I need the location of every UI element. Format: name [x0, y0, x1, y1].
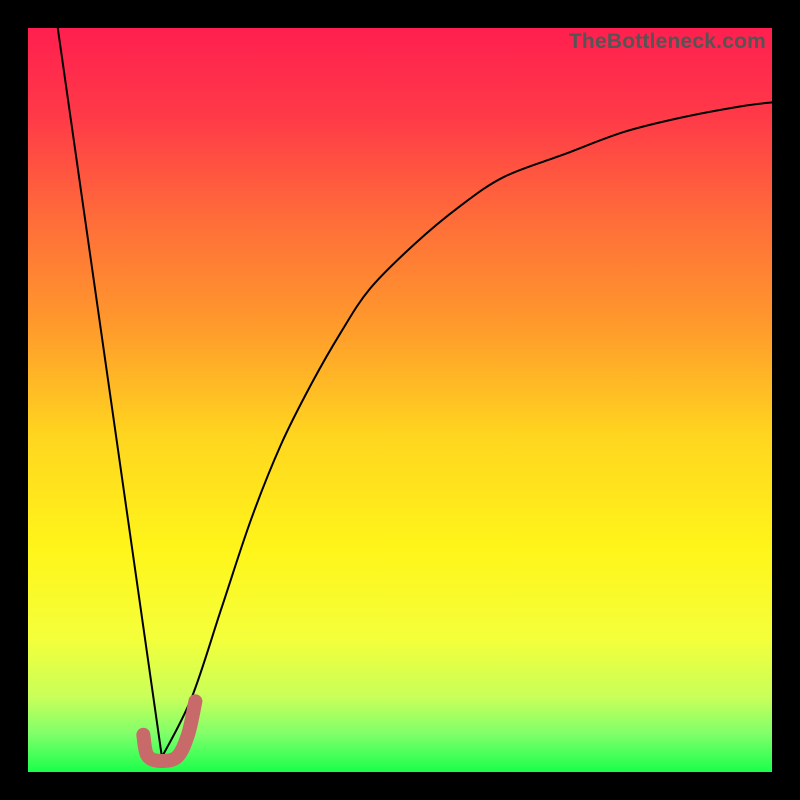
chart-background — [28, 28, 772, 772]
chart-svg — [28, 28, 772, 772]
watermark-text: TheBottleneck.com — [569, 30, 766, 54]
chart-frame: TheBottleneck.com — [0, 0, 800, 800]
chart-plot-area: TheBottleneck.com — [28, 28, 772, 772]
